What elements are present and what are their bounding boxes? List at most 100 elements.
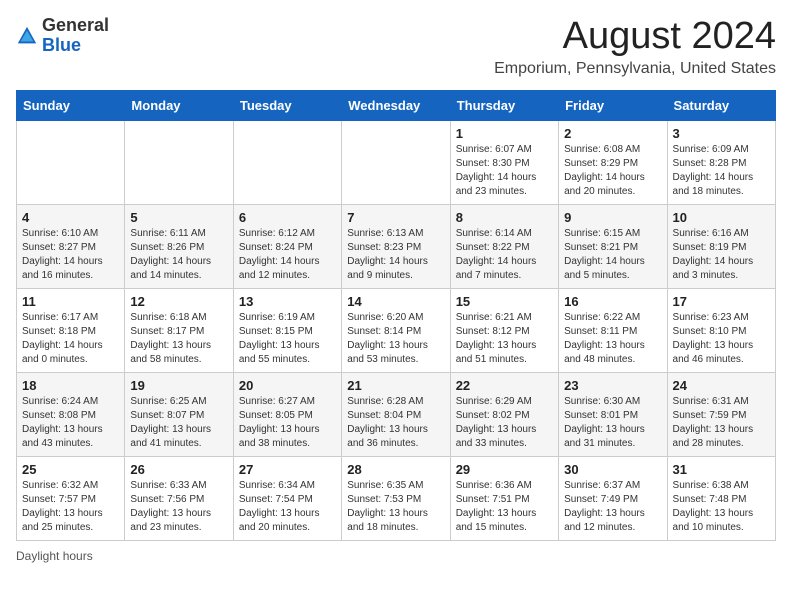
day-info: Sunrise: 6:36 AM Sunset: 7:51 PM Dayligh… [456,479,553,535]
day-number: 7 [347,210,444,225]
day-info: Sunrise: 6:20 AM Sunset: 8:14 PM Dayligh… [347,311,444,367]
day-info: Sunrise: 6:35 AM Sunset: 7:53 PM Dayligh… [347,479,444,535]
day-number: 6 [239,210,336,225]
calendar-cell: 31 Sunrise: 6:38 AM Sunset: 7:48 PM Dayli… [667,456,775,540]
calendar-cell: 13 Sunrise: 6:19 AM Sunset: 8:15 PM Dayli… [233,288,341,372]
day-number: 20 [239,378,336,393]
day-info: Sunrise: 6:10 AM Sunset: 8:27 PM Dayligh… [22,227,119,283]
day-number: 27 [239,462,336,477]
day-info: Sunrise: 6:38 AM Sunset: 7:48 PM Dayligh… [673,479,770,535]
footer-note: Daylight hours [16,549,776,563]
day-number: 4 [22,210,119,225]
day-info: Sunrise: 6:14 AM Sunset: 8:22 PM Dayligh… [456,227,553,283]
calendar-cell: 25Sunrise: 6:32 AM Sunset: 7:57 PM Dayli… [17,456,125,540]
calendar-cell: 4 Sunrise: 6:10 AM Sunset: 8:27 PM Daylig… [17,204,125,288]
calendar-cell: 9 Sunrise: 6:15 AM Sunset: 8:21 PM Daylig… [559,204,667,288]
calendar-cell: 29 Sunrise: 6:36 AM Sunset: 7:51 PM Dayli… [450,456,558,540]
title-area: August 2024 Emporium, Pennsylvania, Unit… [494,16,776,78]
day-info: Sunrise: 6:25 AM Sunset: 8:07 PM Dayligh… [130,395,227,451]
calendar-cell: 20 Sunrise: 6:27 AM Sunset: 8:05 PM Dayli… [233,372,341,456]
logo-icon [16,25,38,47]
day-info: Sunrise: 6:30 AM Sunset: 8:01 PM Dayligh… [564,395,661,451]
calendar-header-monday: Monday [125,90,233,120]
calendar-cell: 26 Sunrise: 6:33 AM Sunset: 7:56 PM Dayli… [125,456,233,540]
day-info: Sunrise: 6:31 AM Sunset: 7:59 PM Dayligh… [673,395,770,451]
day-info: Sunrise: 6:22 AM Sunset: 8:11 PM Dayligh… [564,311,661,367]
day-info: Sunrise: 6:11 AM Sunset: 8:26 PM Dayligh… [130,227,227,283]
calendar-cell: 21Sunrise: 6:28 AM Sunset: 8:04 PM Dayli… [342,372,450,456]
day-info: Sunrise: 6:34 AM Sunset: 7:54 PM Dayligh… [239,479,336,535]
day-number: 15 [456,294,553,309]
calendar-week-3: 11 Sunrise: 6:17 AM Sunset: 8:18 PM Dayli… [17,288,776,372]
logo-text-general: General [42,15,109,35]
header: General Blue August 2024 Emporium, Penns… [16,16,776,78]
day-info: Sunrise: 6:19 AM Sunset: 8:15 PM Dayligh… [239,311,336,367]
day-number: 11 [22,294,119,309]
calendar-cell: 30 Sunrise: 6:37 AM Sunset: 7:49 PM Dayli… [559,456,667,540]
calendar-cell: 16Sunrise: 6:22 AM Sunset: 8:11 PM Dayli… [559,288,667,372]
calendar-cell: 22Sunrise: 6:29 AM Sunset: 8:02 PM Dayli… [450,372,558,456]
day-number: 3 [673,126,770,141]
calendar-cell: 1Sunrise: 6:07 AM Sunset: 8:30 PM Daylig… [450,120,558,204]
calendar-cell: 12 Sunrise: 6:18 AM Sunset: 8:17 PM Dayli… [125,288,233,372]
calendar-cell: 19 Sunrise: 6:25 AM Sunset: 8:07 PM Dayli… [125,372,233,456]
day-info: Sunrise: 6:24 AM Sunset: 8:08 PM Dayligh… [22,395,119,451]
day-info: Sunrise: 6:16 AM Sunset: 8:19 PM Dayligh… [673,227,770,283]
day-number: 12 [130,294,227,309]
day-number: 13 [239,294,336,309]
calendar-cell: 6 Sunrise: 6:12 AM Sunset: 8:24 PM Daylig… [233,204,341,288]
day-info: Sunrise: 6:17 AM Sunset: 8:18 PM Dayligh… [22,311,119,367]
day-info: Sunrise: 6:21 AM Sunset: 8:12 PM Dayligh… [456,311,553,367]
day-number: 14 [347,294,444,309]
main-title: August 2024 [494,16,776,58]
day-number: 19 [130,378,227,393]
day-info: Sunrise: 6:37 AM Sunset: 7:49 PM Dayligh… [564,479,661,535]
day-number: 2 [564,126,661,141]
logo: General Blue [16,16,109,56]
calendar-cell: 3 Sunrise: 6:09 AM Sunset: 8:28 PM Daylig… [667,120,775,204]
day-number: 9 [564,210,661,225]
subtitle: Emporium, Pennsylvania, United States [494,60,776,78]
calendar-week-2: 4 Sunrise: 6:10 AM Sunset: 8:27 PM Daylig… [17,204,776,288]
calendar-week-5: 25Sunrise: 6:32 AM Sunset: 7:57 PM Dayli… [17,456,776,540]
calendar-cell: 7 Sunrise: 6:13 AM Sunset: 8:23 PM Daylig… [342,204,450,288]
day-number: 28 [347,462,444,477]
day-info: Sunrise: 6:07 AM Sunset: 8:30 PM Dayligh… [456,143,553,199]
day-info: Sunrise: 6:18 AM Sunset: 8:17 PM Dayligh… [130,311,227,367]
calendar-table: SundayMondayTuesdayWednesdayThursdayFrid… [16,90,776,541]
calendar-header-saturday: Saturday [667,90,775,120]
day-number: 30 [564,462,661,477]
calendar-cell [342,120,450,204]
day-number: 26 [130,462,227,477]
calendar-header-thursday: Thursday [450,90,558,120]
calendar-cell: 28 Sunrise: 6:35 AM Sunset: 7:53 PM Dayli… [342,456,450,540]
day-number: 10 [673,210,770,225]
calendar-cell: 10 Sunrise: 6:16 AM Sunset: 8:19 PM Dayli… [667,204,775,288]
calendar-header-tuesday: Tuesday [233,90,341,120]
day-number: 25 [22,462,119,477]
day-number: 5 [130,210,227,225]
calendar-cell: 27 Sunrise: 6:34 AM Sunset: 7:54 PM Dayli… [233,456,341,540]
calendar-cell: 11 Sunrise: 6:17 AM Sunset: 8:18 PM Dayli… [17,288,125,372]
day-info: Sunrise: 6:23 AM Sunset: 8:10 PM Dayligh… [673,311,770,367]
day-number: 8 [456,210,553,225]
day-info: Sunrise: 6:09 AM Sunset: 8:28 PM Dayligh… [673,143,770,199]
day-number: 24 [673,378,770,393]
day-info: Sunrise: 6:13 AM Sunset: 8:23 PM Dayligh… [347,227,444,283]
calendar-cell: 18 Sunrise: 6:24 AM Sunset: 8:08 PM Dayli… [17,372,125,456]
day-number: 31 [673,462,770,477]
day-number: 18 [22,378,119,393]
calendar-cell: 5 Sunrise: 6:11 AM Sunset: 8:26 PM Daylig… [125,204,233,288]
day-number: 29 [456,462,553,477]
calendar-header-wednesday: Wednesday [342,90,450,120]
day-info: Sunrise: 6:27 AM Sunset: 8:05 PM Dayligh… [239,395,336,451]
day-number: 21 [347,378,444,393]
day-number: 22 [456,378,553,393]
day-info: Sunrise: 6:33 AM Sunset: 7:56 PM Dayligh… [130,479,227,535]
day-info: Sunrise: 6:15 AM Sunset: 8:21 PM Dayligh… [564,227,661,283]
day-number: 17 [673,294,770,309]
calendar-cell [233,120,341,204]
day-info: Sunrise: 6:12 AM Sunset: 8:24 PM Dayligh… [239,227,336,283]
calendar-cell: 15 Sunrise: 6:21 AM Sunset: 8:12 PM Dayli… [450,288,558,372]
calendar-week-1: 1Sunrise: 6:07 AM Sunset: 8:30 PM Daylig… [17,120,776,204]
